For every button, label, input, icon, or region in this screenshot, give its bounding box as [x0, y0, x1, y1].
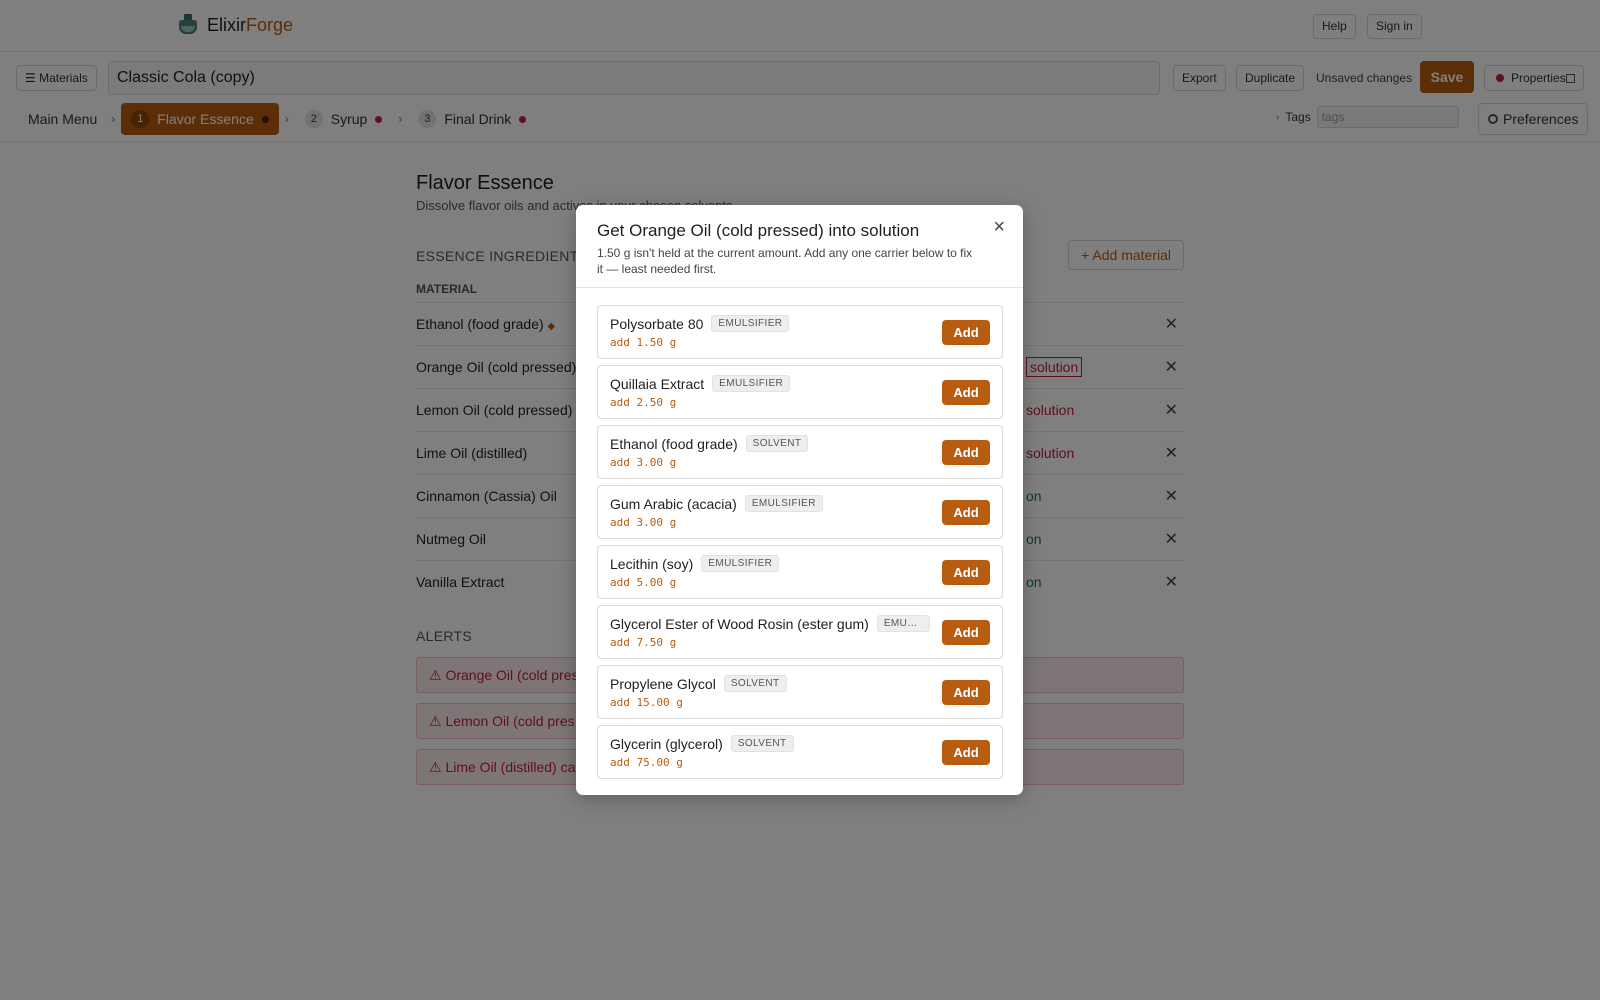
add-carrier-button[interactable]: Add [942, 620, 990, 645]
carrier-name-row: Glycerol Ester of Wood Rosin (ester gum)… [610, 615, 930, 632]
carrier-type-badge: SOLVENT [730, 735, 794, 752]
carrier-name-row: Lecithin (soy) EMULSIFIER [610, 555, 780, 572]
carrier-name: Lecithin (soy) [610, 555, 694, 572]
carrier-amount: add 1.50 g [610, 336, 677, 349]
carrier-name-row: Propylene Glycol SOLVENT [610, 675, 787, 692]
carrier-option: Lecithin (soy) EMULSIFIER add 5.00 g Add [597, 545, 1003, 599]
carrier-option: Ethanol (food grade) SOLVENT add 3.00 g A… [597, 425, 1003, 479]
carrier-amount: add 7.50 g [610, 636, 677, 649]
carrier-type-badge: SOLVENT [723, 675, 787, 692]
carrier-type-badge: SOLVENT [745, 435, 809, 452]
carrier-option: Propylene Glycol SOLVENT add 15.00 g Add [597, 665, 1003, 719]
add-carrier-button[interactable]: Add [942, 740, 990, 765]
carrier-name: Glycerol Ester of Wood Rosin (ester gum) [610, 615, 869, 632]
carrier-option: Quillaia Extract EMULSIFIER add 2.50 g Ad… [597, 365, 1003, 419]
carrier-amount: add 3.00 g [610, 516, 677, 529]
add-carrier-button[interactable]: Add [942, 560, 990, 585]
carrier-amount: add 5.00 g [610, 576, 677, 589]
carrier-option: Glycerin (glycerol) SOLVENT add 75.00 g A… [597, 725, 1003, 779]
add-carrier-button[interactable]: Add [942, 440, 990, 465]
carrier-modal: Get Orange Oil (cold pressed) into solut… [576, 205, 1023, 795]
carrier-name: Propylene Glycol [610, 675, 716, 692]
carrier-name-row: Polysorbate 80 EMULSIFIER [610, 315, 790, 332]
carrier-name-row: Ethanol (food grade) SOLVENT [610, 435, 809, 452]
carrier-option: Polysorbate 80 EMULSIFIER add 1.50 g Add [597, 305, 1003, 359]
carrier-type-badge: EMULSIFIER [876, 615, 930, 632]
carrier-type-badge: EMULSIFIER [711, 315, 790, 332]
modal-description: 1.50 g isn't held at the current amount.… [597, 246, 973, 276]
carrier-name: Polysorbate 80 [610, 315, 704, 332]
add-carrier-button[interactable]: Add [942, 380, 990, 405]
carrier-name: Glycerin (glycerol) [610, 735, 723, 752]
carrier-type-badge: EMULSIFIER [701, 555, 780, 572]
carrier-name-row: Glycerin (glycerol) SOLVENT [610, 735, 794, 752]
carrier-type-badge: EMULSIFIER [744, 495, 823, 512]
carrier-amount: add 3.00 g [610, 456, 677, 469]
close-icon[interactable]: × [993, 217, 1005, 237]
add-carrier-button[interactable]: Add [942, 500, 990, 525]
carrier-amount: add 15.00 g [610, 696, 683, 709]
carrier-amount: add 2.50 g [610, 396, 677, 409]
carrier-name-row: Quillaia Extract EMULSIFIER [610, 375, 791, 392]
add-carrier-button[interactable]: Add [942, 320, 990, 345]
carrier-option: Glycerol Ester of Wood Rosin (ester gum)… [597, 605, 1003, 659]
carrier-name: Gum Arabic (acacia) [610, 495, 737, 512]
carrier-type-badge: EMULSIFIER [712, 375, 791, 392]
carrier-amount: add 75.00 g [610, 756, 683, 769]
add-carrier-button[interactable]: Add [942, 680, 990, 705]
divider [576, 287, 1023, 288]
carrier-name: Quillaia Extract [610, 375, 705, 392]
carrier-name: Ethanol (food grade) [610, 435, 738, 452]
carrier-option: Gum Arabic (acacia) EMULSIFIER add 3.00 g… [597, 485, 1003, 539]
carrier-name-row: Gum Arabic (acacia) EMULSIFIER [610, 495, 823, 512]
modal-title: Get Orange Oil (cold pressed) into solut… [597, 221, 920, 240]
